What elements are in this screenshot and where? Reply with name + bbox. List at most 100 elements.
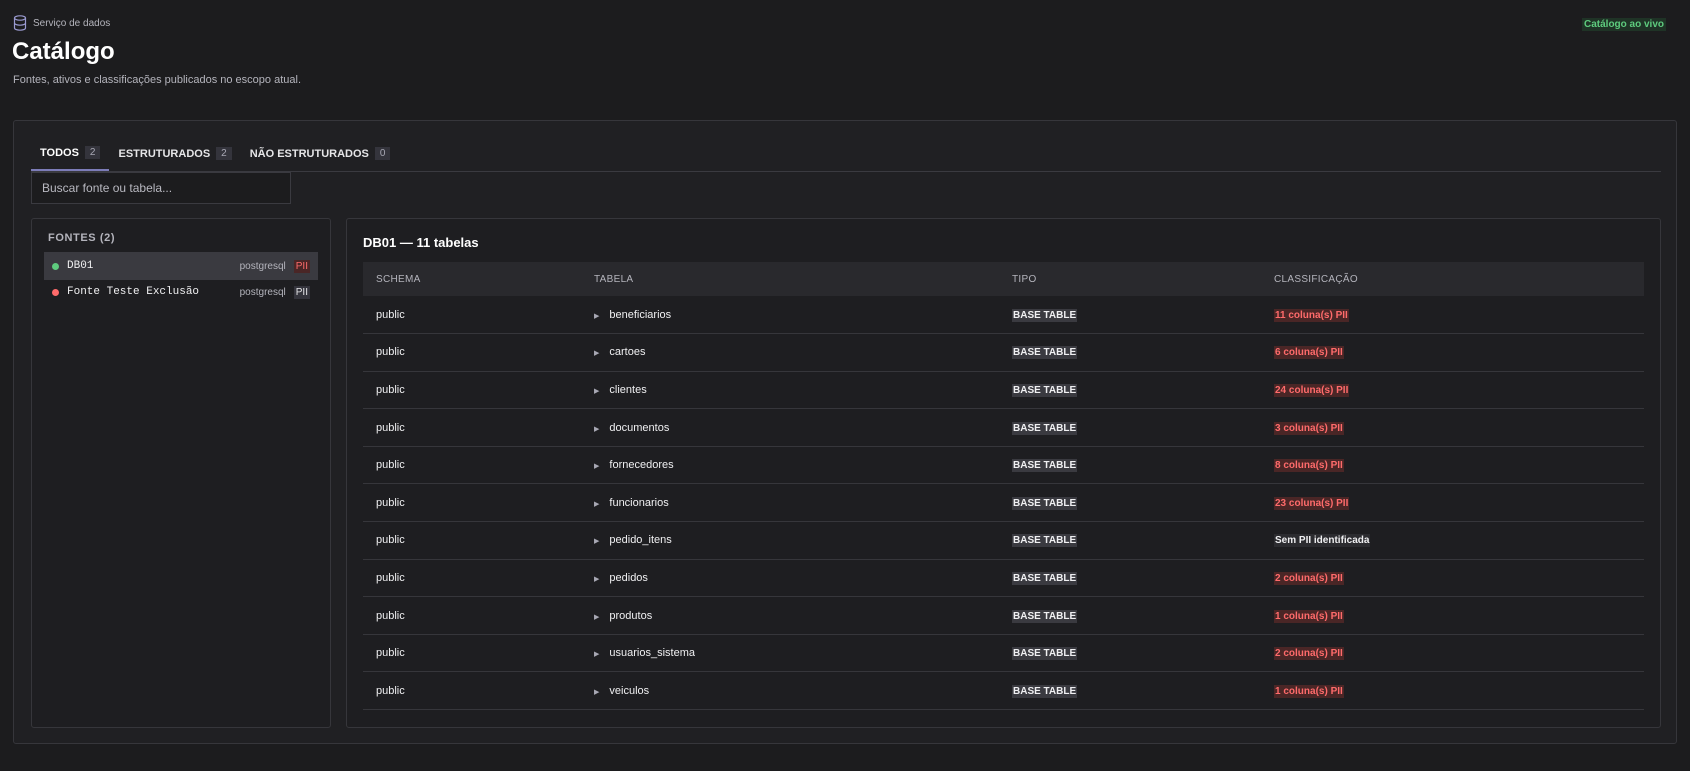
table-name: pedido_itens [609,534,672,547]
cell-table: ▶ usuarios_sistema [581,634,999,673]
classification-badge: 2 coluna(s) PII [1274,647,1344,661]
pii-badge: PII [293,285,310,299]
cell-schema: public [363,371,581,410]
cell-schema: public [363,333,581,372]
table-name: pedidos [609,571,648,584]
table-row[interactable]: public ▶ clientes BASE TABLE 24 coluna(s) PI… [363,371,1644,410]
type-badge: BASE TABLE [1012,571,1078,585]
sources-title: FONTES (2) [48,232,116,244]
table-row[interactable]: public ▶ cartoes BASE TABLE 6 coluna(s) PII [363,333,1644,372]
classification-badge: 11 coluna(s) PII [1274,308,1349,322]
table-name: usuarios_sistema [609,647,695,660]
tab-nao-estruturados[interactable]: NÃO ESTRUTURADOS 0 [241,136,400,171]
cell-tipo: BASE TABLE [999,371,1261,410]
cell-classificacao: 6 coluna(s) PII [1261,333,1644,372]
cell-schema: public [363,521,581,560]
expand-arrow-icon[interactable]: ▶ [594,388,599,395]
tab-label: NÃO ESTRUTURADOS [249,147,369,160]
cell-schema: public [363,559,581,598]
source-engine: postgresql [239,286,286,298]
table-row[interactable]: public ▶ fornecedores BASE TABLE 8 coluna(s)… [363,446,1644,485]
cell-classificacao: 23 coluna(s) PII [1261,483,1644,523]
cell-schema: public [363,296,581,335]
type-badge: BASE TABLE [1012,496,1078,510]
cell-classificacao: 1 coluna(s) PII [1261,596,1644,635]
table-header-row: SCHEMA TABELA TIPO CLASSIFICAÇÃO [363,262,1644,296]
search-input[interactable] [31,172,291,204]
expand-arrow-icon[interactable]: ▶ [594,651,599,658]
source-item-db01[interactable]: DB01 postgresql PII [44,252,318,280]
live-status-badge: Catálogo ao vivo [1581,18,1666,31]
tab-count-badge: 2 [216,147,232,160]
table-row[interactable]: public ▶ pedido_itens BASE TABLE Sem PII ide… [363,521,1644,560]
table-row[interactable]: public ▶ pedidos BASE TABLE 2 coluna(s) PII [363,559,1644,598]
tables-table: SCHEMA TABELA TIPO CLASSIFICAÇÃO public ▶… [363,262,1644,711]
cell-schema: public [363,671,581,711]
cell-table: ▶ pedidos [581,559,999,598]
cell-table: ▶ pedido_itens [581,521,999,560]
cell-classificacao: 3 coluna(s) PII [1261,408,1644,447]
status-dot [52,288,59,296]
column-header-schema: SCHEMA [376,273,421,285]
cell-tipo: BASE TABLE [999,333,1261,372]
expand-arrow-icon[interactable]: ▶ [594,689,599,696]
column-header-classificacao: CLASSIFICAÇÃO [1274,273,1358,285]
cell-tipo: BASE TABLE [999,634,1261,673]
classification-badge: 8 coluna(s) PII [1274,459,1344,473]
cell-table: ▶ documentos [581,408,999,447]
classification-badge: 2 coluna(s) PII [1274,571,1344,585]
cell-tipo: BASE TABLE [999,671,1261,711]
table-name: documentos [609,421,670,434]
expand-arrow-icon[interactable]: ▶ [594,426,599,433]
classification-badge: 6 coluna(s) PII [1274,346,1344,360]
page-subtitle: Fontes, ativos e classificações publicad… [13,74,301,86]
expand-arrow-icon[interactable]: ▶ [594,313,599,320]
cell-schema: public [363,408,581,447]
cell-tipo: BASE TABLE [999,296,1261,335]
expand-arrow-icon[interactable]: ▶ [594,538,599,545]
classification-badge: 1 coluna(s) PII [1274,609,1344,623]
breadcrumb: Serviço de dados [13,15,110,31]
expand-arrow-icon[interactable]: ▶ [594,576,599,583]
cell-classificacao: 2 coluna(s) PII [1261,559,1644,598]
tab-label: ESTRUTURADOS [118,147,211,160]
tab-count-badge: 0 [374,147,391,160]
cell-tipo: BASE TABLE [999,521,1261,560]
cell-tipo: BASE TABLE [999,596,1261,635]
classification-badge: 23 coluna(s) PII [1274,496,1350,510]
column-header-tabela: TABELA [594,273,634,285]
expand-arrow-icon[interactable]: ▶ [594,463,599,470]
table-row[interactable]: public ▶ produtos BASE TABLE 1 coluna(s) PII [363,596,1644,635]
cell-tipo: BASE TABLE [999,446,1261,485]
source-name: Fonte Teste Exclusão [67,286,200,298]
column-header-tipo: TIPO [1012,273,1037,285]
cell-tipo: BASE TABLE [999,559,1261,598]
expand-arrow-icon[interactable]: ▶ [594,614,599,621]
cell-schema: public [363,596,581,635]
table-row[interactable]: public ▶ veiculos BASE TABLE 1 coluna(s) PII [363,671,1644,711]
expand-arrow-icon[interactable]: ▶ [594,350,599,357]
table-row[interactable]: public ▶ beneficiarios BASE TABLE 11 coluna(… [363,296,1644,335]
tab-todos[interactable]: TODOS 2 [31,136,110,171]
type-badge: BASE TABLE [1012,459,1078,473]
catalog-panel: TODOS 2 ESTRUTURADOS 2 NÃO ESTRUTURADOS … [13,120,1677,744]
cell-table: ▶ beneficiarios [581,296,999,335]
table-row[interactable]: public ▶ usuarios_sistema BASE TABLE 2 colun… [363,634,1644,673]
type-badge: BASE TABLE [1012,346,1078,360]
type-badge: BASE TABLE [1012,421,1078,435]
page-title: Catálogo [12,38,115,65]
tab-estruturados[interactable]: ESTRUTURADOS 2 [109,136,240,171]
cell-classificacao: Sem PII identificada [1261,521,1644,560]
table-row[interactable]: public ▶ funcionarios BASE TABLE 23 coluna(s… [363,483,1644,523]
source-name: DB01 [67,260,94,272]
status-dot [52,262,59,270]
tab-bar: TODOS 2 ESTRUTURADOS 2 NÃO ESTRUTURADOS … [31,136,1661,172]
cell-classificacao: 8 coluna(s) PII [1261,446,1644,485]
classification-badge: 24 coluna(s) PII [1274,383,1350,397]
table-row[interactable]: public ▶ documentos BASE TABLE 3 coluna(s) P… [363,408,1644,447]
cell-tipo: BASE TABLE [999,483,1261,523]
expand-arrow-icon[interactable]: ▶ [594,501,599,508]
source-item-fonte-teste-exclusao[interactable]: Fonte Teste Exclusão postgresql PII [44,278,318,306]
cell-tipo: BASE TABLE [999,408,1261,447]
tab-label: TODOS [40,146,79,159]
